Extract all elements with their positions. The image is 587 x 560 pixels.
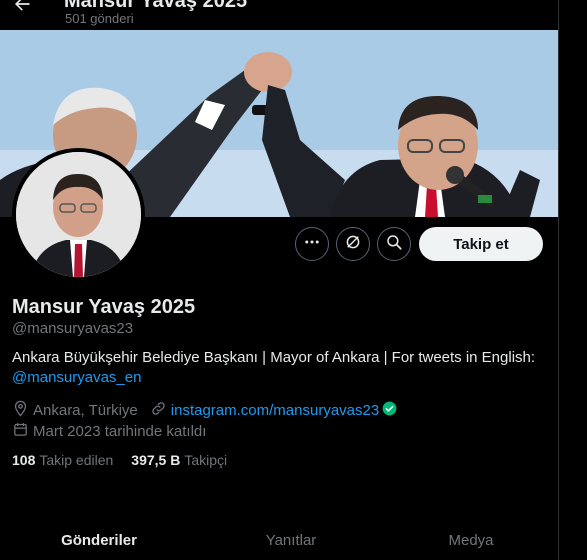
profile-name: Mansur Yavaş 2025 bbox=[12, 296, 196, 318]
verified-badge-icon bbox=[382, 401, 401, 420]
search-icon bbox=[385, 233, 403, 256]
profile-tabs: Gönderiler Yanıtlar Medya bbox=[0, 520, 558, 560]
avatar-photo bbox=[16, 152, 141, 277]
arrow-left-icon bbox=[12, 0, 32, 19]
tab-media[interactable]: Medya bbox=[384, 520, 558, 560]
location-icon bbox=[12, 400, 33, 421]
follow-button[interactable]: Takip et bbox=[419, 227, 543, 261]
search-profile-button[interactable] bbox=[377, 227, 411, 261]
profile-bio: Ankara Büyükşehir Belediye Başkanı | May… bbox=[12, 348, 542, 388]
profile-website-link[interactable]: instagram.com/mansuryavas23 bbox=[171, 402, 379, 419]
profile-meta-row: Ankara, Türkiye instagram.com/mansuryava… bbox=[12, 400, 401, 421]
grok-icon bbox=[344, 233, 362, 256]
profile-stats: 108 Takip edilen 397,5 B Takipçi bbox=[12, 452, 227, 468]
following-count: 108 bbox=[12, 452, 36, 468]
profile-joined-row: Mart 2023 tarihinde katıldı bbox=[12, 421, 206, 442]
more-icon bbox=[303, 233, 321, 256]
profile-avatar[interactable] bbox=[12, 148, 145, 281]
post-count: 501 gönderi bbox=[65, 11, 134, 26]
calendar-icon bbox=[12, 421, 33, 442]
more-button[interactable] bbox=[295, 227, 329, 261]
tab-posts[interactable]: Gönderiler bbox=[0, 520, 198, 560]
following-stat[interactable]: 108 Takip edilen bbox=[12, 452, 113, 468]
column-divider bbox=[558, 0, 559, 560]
profile-header: Mansur Yavaş 2025 501 gönderi bbox=[0, 0, 558, 30]
grok-button[interactable] bbox=[336, 227, 370, 261]
profile-handle: @mansuryavas23 bbox=[12, 320, 134, 337]
profile-location: Ankara, Türkiye bbox=[33, 402, 138, 419]
tab-replies[interactable]: Yanıtlar bbox=[198, 520, 384, 560]
bio-mention-link[interactable]: @mansuryavas_en bbox=[12, 369, 141, 386]
bio-text: Ankara Büyükşehir Belediye Başkanı | May… bbox=[12, 349, 536, 366]
link-icon bbox=[150, 400, 171, 421]
followers-stat[interactable]: 397,5 B Takipçi bbox=[131, 452, 227, 468]
following-label: Takip edilen bbox=[39, 452, 114, 468]
profile-column: Mansur Yavaş 2025 501 gönderi Takip et M… bbox=[0, 0, 558, 560]
profile-joined: Mart 2023 tarihinde katıldı bbox=[33, 423, 207, 440]
followers-label: Takipçi bbox=[184, 452, 228, 468]
back-button[interactable] bbox=[8, 0, 36, 20]
followers-count: 397,5 B bbox=[131, 452, 181, 468]
